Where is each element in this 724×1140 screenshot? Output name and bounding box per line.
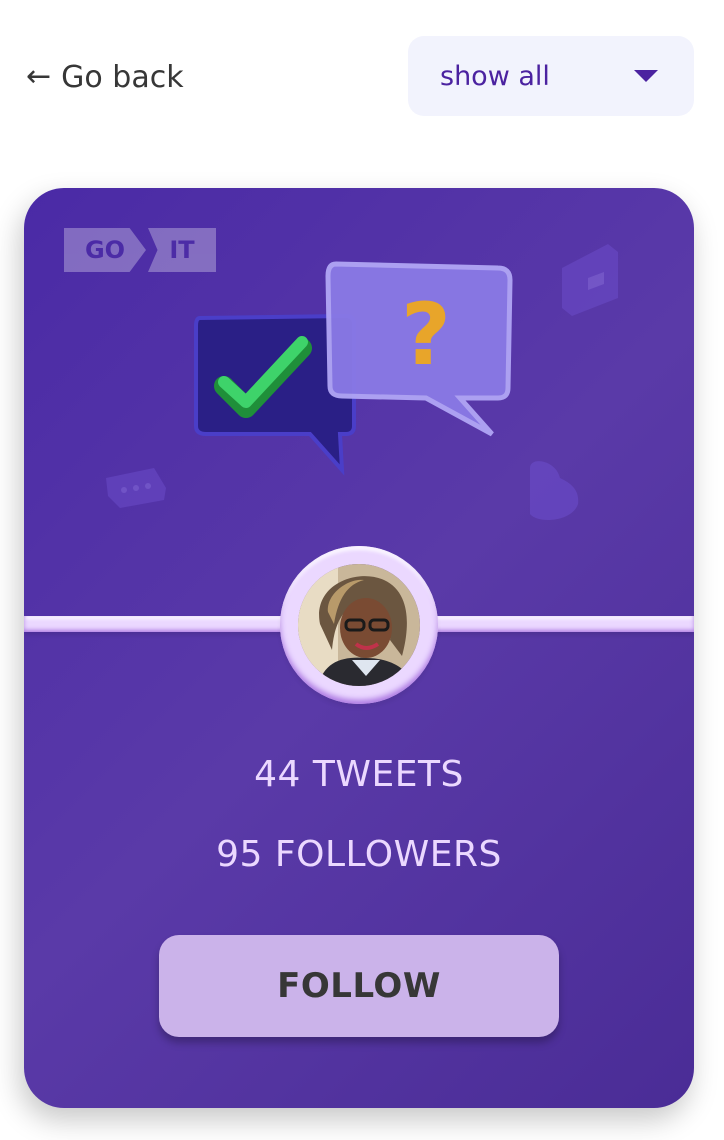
logo-it-text: IT — [148, 228, 216, 272]
user-avatar — [298, 564, 420, 686]
follow-button[interactable]: FOLLOW — [159, 935, 559, 1037]
user-card: ? GO IT 44 TWEETS 95 FOLLOWERS FOLLOW — [24, 188, 694, 1108]
small-chat-icon — [106, 468, 166, 508]
go-back-link[interactable]: ← Go back — [26, 52, 184, 102]
small-heart-icon — [530, 461, 579, 520]
filter-dropdown[interactable]: show all — [408, 36, 694, 116]
go-back-label: Go back — [61, 59, 184, 95]
page: ← Go back show all ? GO IT 44 TWEETS 95 … — [0, 0, 724, 1140]
avatar-frame — [280, 546, 438, 704]
tweets-count: 44 TWEETS — [254, 754, 464, 795]
small-camera-icon — [562, 244, 618, 316]
followers-count: 95 FOLLOWERS — [216, 834, 502, 875]
arrow-left-icon: ← — [26, 59, 52, 94]
svg-text:?: ? — [401, 285, 451, 385]
avatar-image — [298, 564, 420, 686]
caret-down-icon — [634, 70, 658, 82]
logo-go-text: GO — [64, 228, 146, 272]
goit-logo: GO IT — [64, 228, 216, 272]
filter-selected-value: show all — [440, 60, 550, 92]
